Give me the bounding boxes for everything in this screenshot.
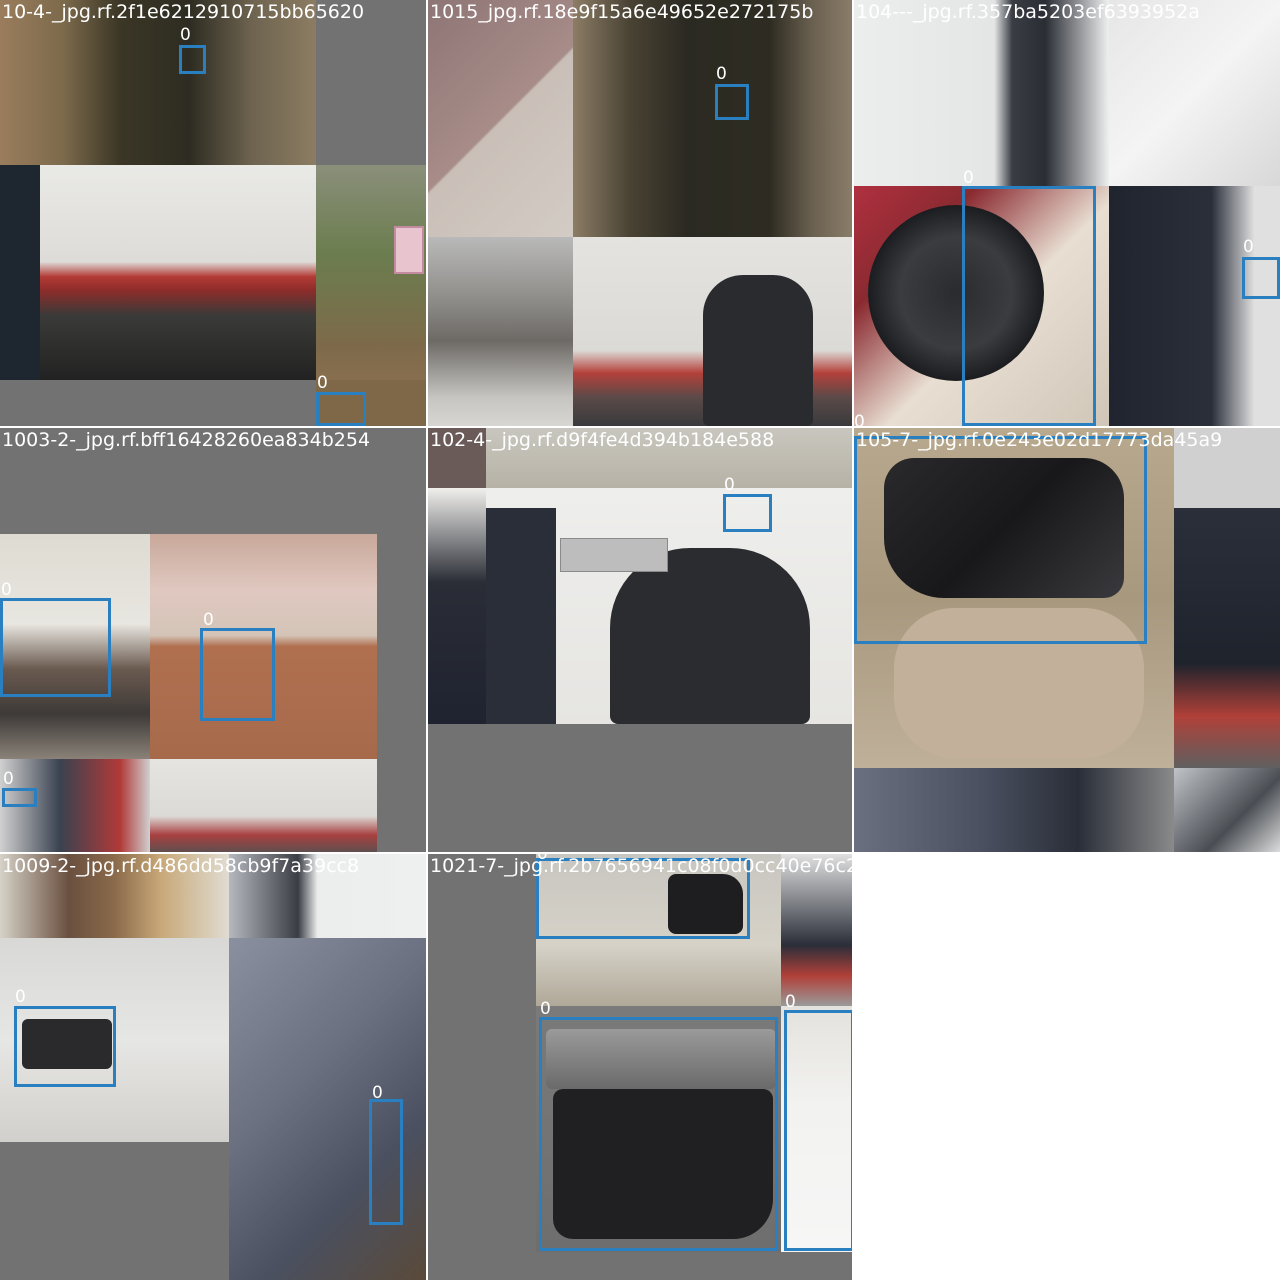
tile-filename-label: 105-7-_jpg.rf.0e243e02d17773da45a9 — [856, 429, 1223, 451]
tile-filename-label: 1003-2-_jpg.rf.bff16428260ea834b254 — [2, 429, 371, 451]
detection-box — [723, 494, 772, 532]
detection-box — [715, 84, 749, 120]
detection-class-label: 0 — [317, 373, 328, 393]
tile-filename-label: 104---_jpg.rf.357ba5203ef6393952a — [856, 1, 1200, 23]
detection-box — [316, 392, 366, 426]
photo-man-meeting-room — [150, 759, 377, 854]
photo-uniform-officer — [573, 0, 854, 237]
detection-class-label: 0 — [854, 412, 865, 427]
detection-class-label: 0 — [785, 992, 796, 1012]
detection-box — [14, 1006, 116, 1087]
detection-class-label: 0 — [1243, 237, 1254, 257]
photo-man-figure — [610, 548, 810, 724]
detection-class-label: 0 — [716, 64, 727, 84]
empty-tile-slot — [854, 854, 1280, 1280]
mosaic-tile-4: 0 0 0 1003-2-_jpg.rf.bff16428260ea834b25… — [0, 428, 426, 854]
mosaic-tile-8: 0 0 0 1021-7-_jpg.rf.2b7656941c08f0d0cc4… — [428, 854, 854, 1280]
photo-mountain — [428, 237, 573, 426]
tile-filename-label: 10-4-_jpg.rf.2f1e6212910715bb65620 — [2, 1, 365, 23]
grid-divider — [852, 0, 854, 1280]
photo-ground-dirt — [316, 0, 426, 165]
detection-class-label: 0 — [203, 610, 214, 630]
photo-person-seated — [1174, 508, 1280, 768]
mosaic-tile-7: 0 0 1009-2-_jpg.rf.d486dd58cb9f7a39cc8 — [0, 854, 426, 1280]
tile-filename-label: 1015_jpg.rf.18e9f15a6e49652e272175b — [430, 1, 814, 23]
tile-filename-label: 102-4-_jpg.rf.d9f4fe4d394b184e588 — [430, 429, 775, 451]
photo-chair — [1174, 768, 1280, 854]
mosaic-tile-2: 0 1015_jpg.rf.18e9f15a6e49652e272175b — [428, 0, 854, 426]
photo-target-sign — [394, 226, 424, 274]
detection-box — [784, 1010, 854, 1251]
photo-pink-wall — [428, 0, 573, 237]
detection-box — [539, 1017, 778, 1251]
mosaic-tile-1: 0 0 10-4-_jpg.rf.2f1e6212910715bb65620 — [0, 0, 426, 426]
photo-light-floor — [1109, 0, 1280, 186]
tile-filename-label: 1009-2-_jpg.rf.d486dd58cb9f7a39cc8 — [2, 855, 360, 877]
photo-uniform-officer — [0, 0, 316, 165]
grid-divider — [426, 0, 428, 1280]
photo-white-wall — [854, 0, 1109, 186]
detection-class-label: 0 — [1, 580, 12, 600]
mosaic-tile-5: 0 102-4-_jpg.rf.d9f4fe4d394b184e588 — [428, 428, 854, 854]
mosaic-tile-3: 0 0 0 104---_jpg.rf.357ba5203ef6393952a — [854, 0, 1280, 426]
detection-box — [179, 45, 206, 74]
detection-box — [0, 598, 111, 697]
detection-class-label: 0 — [372, 1083, 383, 1103]
detection-class-label: 0 — [180, 25, 191, 45]
detection-class-label: 0 — [724, 475, 735, 495]
detection-box — [962, 186, 1096, 426]
photo-man-figure — [703, 275, 813, 426]
tile-filename-label: 1021-7-_jpg.rf.2b7656941c08f0d0cc40e76c2 — [430, 855, 854, 877]
detection-class-label: 0 — [963, 168, 974, 188]
photo-dark-person — [1109, 186, 1280, 426]
photo-man-arm-left — [486, 508, 556, 724]
mosaic-tile-6: 105-7-_jpg.rf.0e243e02d17773da45a9 — [854, 428, 1280, 854]
detection-class-label: 0 — [540, 999, 551, 1019]
photo-person-arm — [0, 165, 40, 380]
detection-box — [369, 1099, 403, 1225]
photo-metal-rail — [560, 538, 668, 572]
photo-meeting-room — [854, 768, 1174, 854]
photo-target-board — [316, 165, 426, 390]
detection-box — [200, 628, 275, 721]
photo-meeting-room — [0, 165, 316, 380]
detection-class-label: 0 — [3, 769, 14, 789]
detection-box — [854, 436, 1147, 644]
photo-dark-person — [428, 488, 486, 724]
detection-box — [2, 788, 37, 807]
detection-box — [1242, 257, 1280, 299]
detection-class-label: 0 — [15, 987, 26, 1007]
